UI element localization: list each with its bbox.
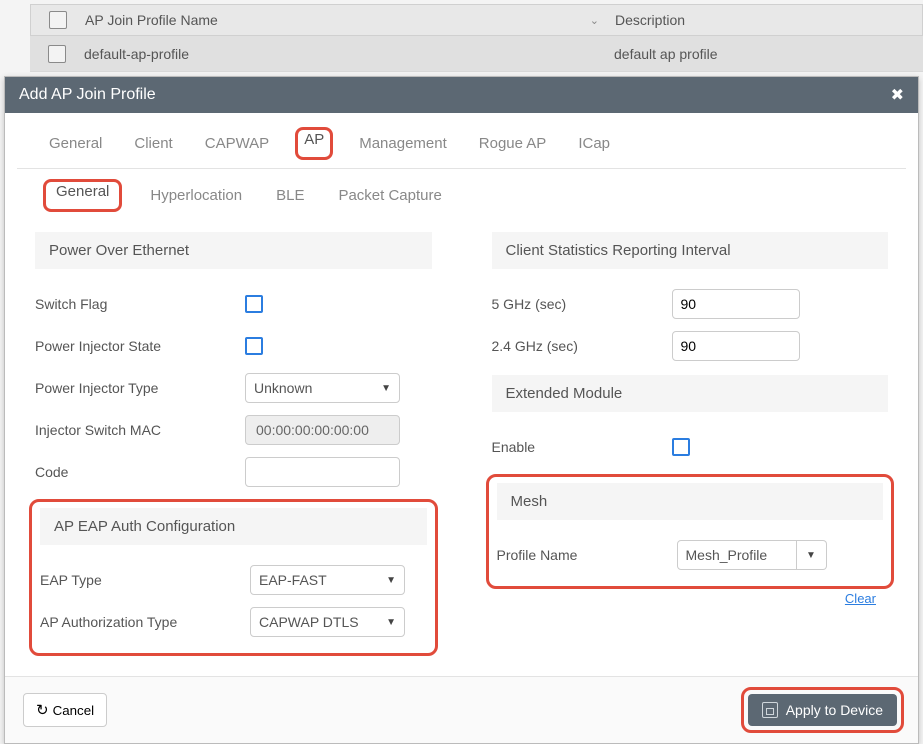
- section-stats: Client Statistics Reporting Interval: [492, 232, 889, 269]
- modal-title: Add AP Join Profile: [19, 86, 156, 104]
- mesh-profile-value: Mesh_Profile: [686, 547, 768, 563]
- row-eap-type: EAP Type EAP-FAST ▼: [40, 559, 427, 601]
- tab-capwap[interactable]: CAPWAP: [203, 131, 271, 160]
- apply-label: Apply to Device: [786, 702, 883, 718]
- select-auth-type[interactable]: CAPWAP DTLS ▼: [250, 607, 405, 637]
- header-name-label: AP Join Profile Name: [85, 12, 218, 28]
- input-injector-mac[interactable]: 00:00:00:00:00:00: [245, 415, 400, 445]
- modal-body: Power Over Ethernet Switch Flag Power In…: [5, 222, 918, 676]
- subtab-ble[interactable]: BLE: [274, 183, 306, 212]
- label-24ghz: 2.4 GHz (sec): [492, 338, 672, 354]
- highlight-general-subtab: General: [43, 179, 122, 212]
- checkbox-switch-flag[interactable]: [245, 295, 263, 313]
- label-auth-type: AP Authorization Type: [40, 614, 250, 630]
- profiles-table-background: AP Join Profile Name ⌄ Description defau…: [0, 0, 923, 72]
- header-checkbox-cell: [31, 11, 85, 29]
- tab-rogue-ap[interactable]: Rogue AP: [477, 131, 549, 160]
- mesh-profile-dropdown-btn[interactable]: ▼: [797, 540, 827, 570]
- select-eap-type[interactable]: EAP-FAST ▼: [250, 565, 405, 595]
- table-header-row: AP Join Profile Name ⌄ Description: [30, 4, 923, 36]
- right-column: Client Statistics Reporting Interval 5 G…: [492, 232, 889, 656]
- caret-down-icon: ▼: [806, 550, 816, 561]
- row-24ghz: 2.4 GHz (sec): [492, 325, 889, 367]
- row-checkbox-cell: [30, 45, 84, 63]
- row-auth-type: AP Authorization Type CAPWAP DTLS ▼: [40, 601, 427, 643]
- apply-button[interactable]: Apply to Device: [748, 694, 897, 726]
- table-row[interactable]: default-ap-profile default ap profile: [30, 36, 923, 72]
- tab-general[interactable]: General: [47, 131, 104, 160]
- highlight-eap-section: AP EAP Auth Configuration EAP Type EAP-F…: [29, 499, 438, 656]
- label-eap-type: EAP Type: [40, 572, 250, 588]
- caret-down-icon: ▼: [381, 383, 391, 394]
- row-mesh-profile: Profile Name Mesh_Profile ▼: [497, 534, 884, 576]
- row-power-injector-type: Power Injector Type Unknown ▼: [35, 367, 432, 409]
- tab-icap[interactable]: ICap: [576, 131, 612, 160]
- select-mesh-profile[interactable]: Mesh_Profile: [677, 540, 797, 570]
- subtab-general[interactable]: General: [52, 181, 113, 202]
- section-extended-module: Extended Module: [492, 375, 889, 412]
- input-code[interactable]: [245, 457, 400, 487]
- tab-client[interactable]: Client: [132, 131, 174, 160]
- subtab-packet-capture[interactable]: Packet Capture: [336, 183, 443, 212]
- label-power-injector-state: Power Injector State: [35, 338, 245, 354]
- row-checkbox[interactable]: [48, 45, 66, 63]
- save-icon: [762, 702, 778, 718]
- row-code: Code: [35, 451, 432, 493]
- close-icon[interactable]: ✖: [891, 85, 904, 105]
- highlight-mesh-section: Mesh Profile Name Mesh_Profile ▼: [486, 474, 895, 589]
- header-col-desc[interactable]: Description: [615, 12, 922, 28]
- label-mesh-profile: Profile Name: [497, 547, 677, 563]
- checkbox-power-injector-state[interactable]: [245, 337, 263, 355]
- row-switch-flag: Switch Flag: [35, 283, 432, 325]
- input-24ghz[interactable]: [672, 331, 800, 361]
- section-mesh: Mesh: [497, 483, 884, 520]
- main-tabs: General Client CAPWAP AP Management Rogu…: [17, 113, 906, 169]
- sub-tabs: General Hyperlocation BLE Packet Capture: [17, 169, 906, 222]
- caret-down-icon: ▼: [386, 575, 396, 586]
- label-power-injector-type: Power Injector Type: [35, 380, 245, 396]
- row-ext-enable: Enable: [492, 426, 889, 468]
- undo-icon: ↻: [36, 701, 49, 719]
- power-injector-type-value: Unknown: [254, 380, 312, 396]
- select-power-injector-type[interactable]: Unknown ▼: [245, 373, 400, 403]
- label-switch-flag: Switch Flag: [35, 296, 245, 312]
- add-ap-join-profile-modal: Add AP Join Profile ✖ General Client CAP…: [4, 76, 919, 744]
- left-column: Power Over Ethernet Switch Flag Power In…: [35, 232, 432, 656]
- auth-type-value: CAPWAP DTLS: [259, 614, 359, 630]
- row-injector-mac: Injector Switch MAC 00:00:00:00:00:00: [35, 409, 432, 451]
- row-desc-cell: default ap profile: [614, 46, 923, 62]
- sort-chevron-icon[interactable]: ⌄: [590, 14, 599, 27]
- label-code: Code: [35, 464, 245, 480]
- header-desc-label: Description: [615, 12, 685, 28]
- row-name-text: default-ap-profile: [84, 46, 189, 62]
- row-power-injector-state: Power Injector State: [35, 325, 432, 367]
- highlight-apply-button: Apply to Device: [741, 687, 904, 733]
- modal-footer: ↻ Cancel Apply to Device: [5, 676, 918, 743]
- subtab-hyperlocation[interactable]: Hyperlocation: [148, 183, 244, 212]
- tab-ap[interactable]: AP: [304, 131, 324, 148]
- tab-management[interactable]: Management: [357, 131, 449, 160]
- row-5ghz: 5 GHz (sec): [492, 283, 889, 325]
- input-5ghz[interactable]: [672, 289, 800, 319]
- caret-down-icon: ▼: [386, 617, 396, 628]
- eap-type-value: EAP-FAST: [259, 572, 327, 588]
- header-col-name[interactable]: AP Join Profile Name ⌄: [85, 12, 615, 28]
- label-injector-mac: Injector Switch MAC: [35, 422, 245, 438]
- section-eap: AP EAP Auth Configuration: [40, 508, 427, 545]
- row-desc-text: default ap profile: [614, 46, 718, 62]
- checkbox-ext-enable[interactable]: [672, 438, 690, 456]
- cancel-label: Cancel: [53, 703, 95, 718]
- label-ext-enable: Enable: [492, 439, 672, 455]
- select-all-checkbox[interactable]: [49, 11, 67, 29]
- cancel-button[interactable]: ↻ Cancel: [23, 693, 107, 727]
- row-name-cell: default-ap-profile: [84, 46, 614, 62]
- highlight-ap-tab: AP: [295, 127, 333, 160]
- label-5ghz: 5 GHz (sec): [492, 296, 672, 312]
- modal-header: Add AP Join Profile ✖: [5, 77, 918, 113]
- section-poe: Power Over Ethernet: [35, 232, 432, 269]
- clear-link[interactable]: Clear: [492, 591, 877, 606]
